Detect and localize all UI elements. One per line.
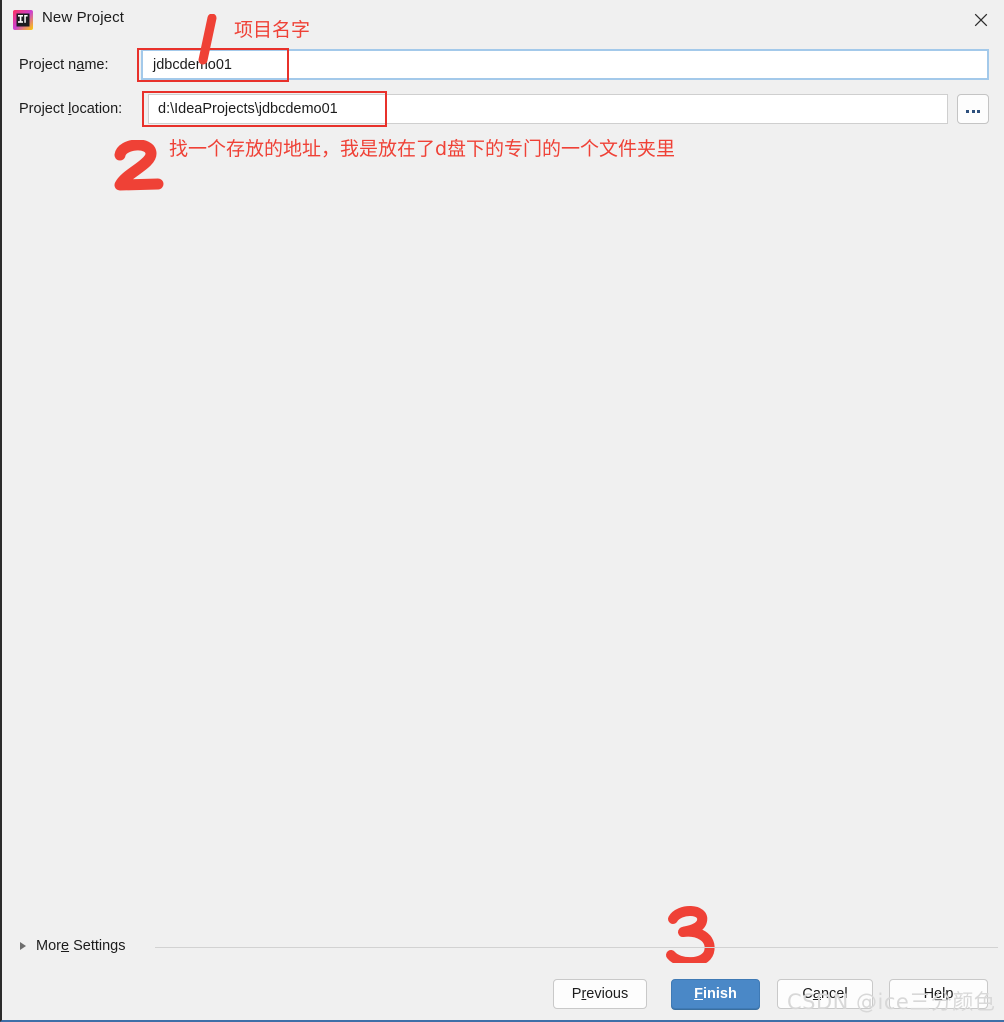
cancel-button-mnemonic: a [812, 986, 821, 1002]
more-settings-separator [155, 947, 998, 948]
new-project-dialog: New Project Project name: jdbcdemo01 Pro… [0, 0, 1004, 1022]
ellipsis-icon [965, 100, 981, 118]
project-name-input[interactable]: jdbcdemo01 [141, 49, 989, 80]
project-location-input[interactable]: d:\IdeaProjects\jdbcdemo01 [148, 94, 948, 124]
finish-button[interactable]: Finish [671, 979, 760, 1009]
help-button[interactable]: He lp [889, 979, 988, 1009]
dialog-button-bar: Pr evious Finish Ca ncel He lp [2, 963, 1004, 1020]
window-title: New Project [42, 9, 124, 26]
previous-button-label-pre: P [571, 986, 582, 1002]
browse-folder-button[interactable] [957, 94, 989, 124]
project-name-label-post: me: [84, 57, 109, 73]
help-button-label-pre: H [923, 986, 935, 1002]
project-name-label: Project name: [19, 57, 108, 73]
help-button-mnemonic: e [934, 986, 943, 1002]
project-location-value: d:\IdeaProjects\jdbcdemo01 [158, 101, 338, 117]
cancel-button-label-post: ncel [820, 986, 848, 1002]
project-location-label-pre: Project [19, 101, 69, 117]
intellij-idea-icon [13, 10, 33, 30]
more-settings-label-post: Settings [69, 938, 126, 954]
more-settings-label-pre: Mor [36, 938, 61, 954]
title-bar: New Project [2, 0, 1004, 40]
project-location-label: Project location: [19, 101, 122, 117]
finish-button-label-post: inish [703, 986, 737, 1002]
project-name-label-pre: Project n [19, 57, 77, 73]
previous-button-label-post: evious [586, 986, 629, 1002]
close-icon[interactable] [957, 0, 1004, 40]
previous-button[interactable]: Pr evious [553, 979, 647, 1009]
project-location-label-post: ocation: [71, 101, 123, 117]
project-name-value: jdbcdemo01 [153, 56, 232, 73]
help-button-label-post: lp [942, 986, 954, 1002]
annotation-mark-2 [110, 139, 172, 203]
finish-button-mnemonic: F [694, 986, 703, 1002]
annotation-text-2: 找一个存放的地址，我是放在了d盘下的专门的一个文件夹里 [169, 138, 676, 160]
cancel-button[interactable]: Ca ncel [777, 979, 873, 1009]
more-settings-label-mnemonic: e [60, 938, 70, 954]
cancel-button-label-pre: C [802, 986, 813, 1002]
chevron-right-icon [20, 942, 26, 950]
more-settings-expander[interactable]: More Settings [20, 938, 125, 954]
more-settings-label: More Settings [36, 938, 125, 954]
